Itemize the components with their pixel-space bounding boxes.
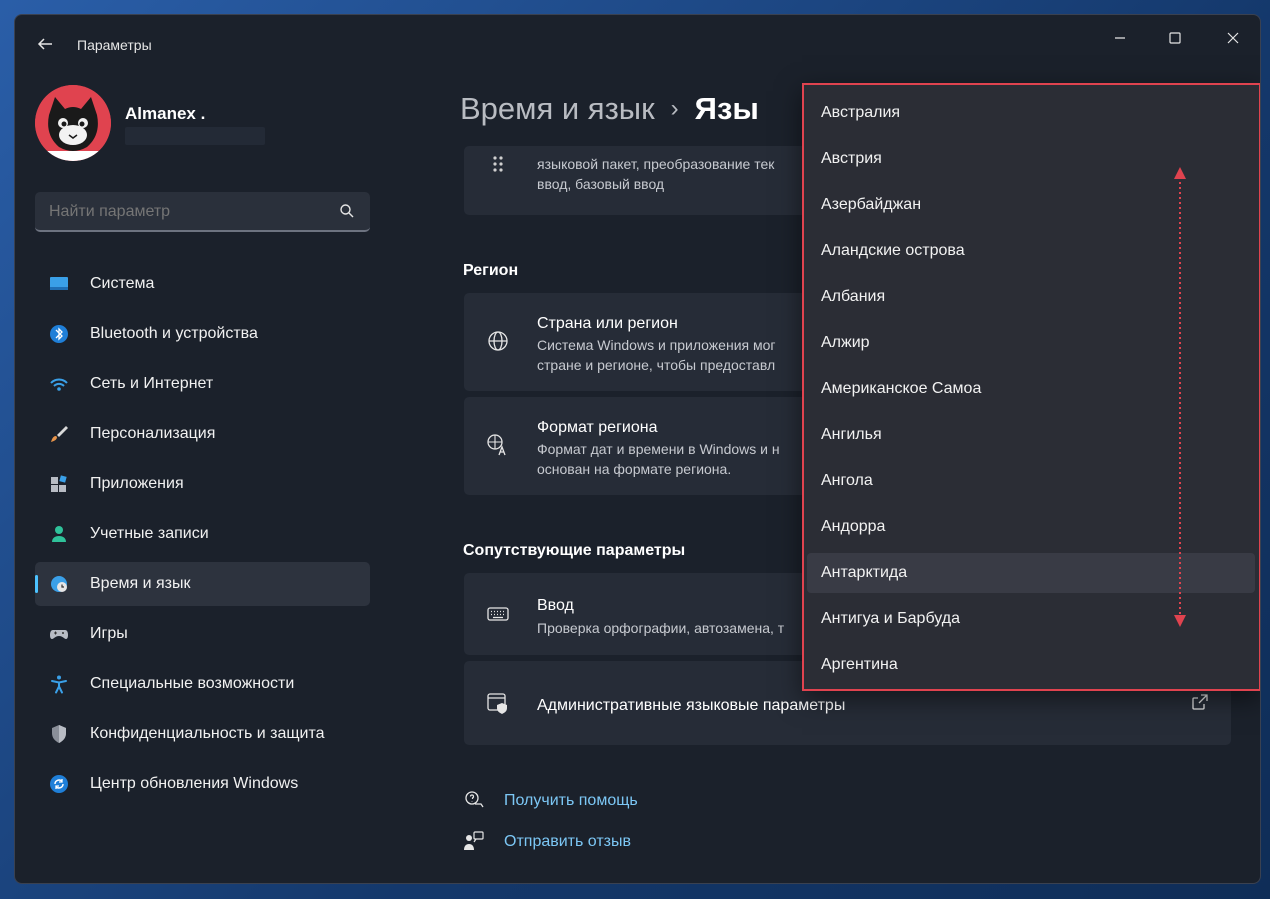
scroll-direction-arrow-icon (1174, 167, 1186, 627)
close-button[interactable] (1213, 25, 1253, 55)
section-title-region: Регион (463, 262, 519, 279)
sidebar-item-gaming[interactable]: Игры (35, 612, 370, 656)
dropdown-option[interactable]: Антигуа и Барбуда (807, 599, 1255, 639)
accessibility-icon (51, 675, 67, 694)
sidebar-item-apps[interactable]: Приложения (35, 462, 370, 506)
feedback-icon (464, 831, 484, 850)
dropdown-option[interactable]: Австралия (807, 93, 1255, 133)
sidebar-item-label: Конфиденциальность и защита (90, 725, 325, 742)
shield-icon (52, 725, 66, 743)
breadcrumb-parent[interactable]: Время и язык (460, 91, 655, 126)
sidebar-item-system[interactable]: Система (35, 262, 370, 306)
sidebar-item-label: Центр обновления Windows (90, 775, 299, 792)
maximize-icon (1169, 32, 1181, 44)
dropdown-option[interactable]: Андорра (807, 507, 1255, 547)
help-chat-icon (465, 791, 484, 808)
language-card-description: языковой пакет, преобразование тек ввод,… (537, 156, 775, 192)
maximize-button[interactable] (1155, 25, 1195, 55)
settings-window: Параметры Almanex . Си (14, 14, 1261, 884)
sidebar-item-network[interactable]: Сеть и Интернет (35, 362, 370, 406)
user-name: Almanex . (125, 104, 206, 123)
send-feedback-link[interactable]: Отправить отзыв (504, 833, 631, 851)
sidebar-item-label: Учетные записи (90, 525, 209, 542)
sidebar-item-label: Игры (90, 625, 128, 642)
selection-indicator (35, 575, 38, 593)
breadcrumb-separator: › (670, 95, 679, 122)
display-icon (50, 277, 68, 290)
sidebar-item-privacy[interactable]: Конфиденциальность и защита (35, 712, 370, 756)
section-title-related: Сопутствующие параметры (463, 542, 686, 559)
dropdown-option[interactable]: Алжир (807, 323, 1255, 363)
admin-language-title: Административные языковые параметры (537, 697, 846, 714)
sidebar-item-label: Приложения (90, 475, 184, 492)
arrow-left-icon (37, 38, 52, 50)
breadcrumb: Время и язык › Язы (460, 91, 759, 127)
dropdown-option-highlighted[interactable]: Антарктида (807, 553, 1255, 593)
app-title: Параметры (77, 37, 152, 53)
avatar[interactable] (35, 85, 111, 161)
dropdown-option[interactable]: Ангола (807, 461, 1255, 501)
sidebar-item-accessibility[interactable]: Специальные возможности (35, 662, 370, 706)
dropdown-option[interactable]: Аргентина (807, 645, 1255, 685)
region-format-title: Формат региона (537, 419, 658, 436)
country-dropdown-list[interactable]: Австралия Австрия Азербайджан Аландские … (802, 83, 1260, 691)
dropdown-option[interactable]: Албания (807, 277, 1255, 317)
bluetooth-icon (50, 325, 68, 343)
keyboard-icon (487, 607, 509, 621)
sidebar-item-label: Персонализация (90, 425, 216, 442)
brush-icon (51, 426, 68, 442)
title-bar: Параметры (15, 15, 1260, 75)
language-format-icon (487, 434, 506, 456)
dropdown-option[interactable]: Американское Самоа (807, 369, 1255, 409)
sidebar-item-label: Сеть и Интернет (90, 375, 214, 392)
country-region-description: Система Windows и приложения мог стране … (537, 337, 776, 373)
globe-icon (488, 331, 508, 351)
minimize-icon (1115, 37, 1125, 39)
cat-avatar-icon (35, 85, 111, 161)
get-help-link[interactable]: Получить помощь (504, 792, 638, 810)
user-email-redacted (125, 127, 265, 145)
wifi-icon (50, 378, 68, 391)
person-icon (52, 526, 66, 542)
gamepad-icon (50, 630, 68, 639)
update-icon (50, 775, 68, 793)
search-input[interactable] (49, 203, 329, 221)
apps-icon (51, 475, 67, 492)
sidebar-item-label: Время и язык (90, 575, 191, 592)
close-icon (1227, 32, 1239, 44)
sidebar-item-personalization[interactable]: Персонализация (35, 412, 370, 456)
sidebar-item-label: Система (90, 275, 155, 292)
input-title: Ввод (537, 597, 574, 614)
dropdown-option[interactable]: Ангилья (807, 415, 1255, 455)
region-format-description: Формат дат и времени в Windows и н основ… (537, 441, 780, 477)
admin-shield-window-icon (487, 693, 507, 714)
sidebar-item-accounts[interactable]: Учетные записи (35, 512, 370, 556)
sidebar-item-bluetooth[interactable]: Bluetooth и устройства (35, 312, 370, 356)
dropdown-option[interactable]: Австрия (807, 139, 1255, 179)
sidebar-item-time-language[interactable]: Время и язык (35, 562, 370, 606)
country-region-title: Страна или регион (537, 315, 678, 332)
open-external-icon[interactable] (1191, 693, 1209, 711)
drag-handle-icon[interactable] (486, 152, 510, 176)
sidebar-item-windows-update[interactable]: Центр обновления Windows (35, 762, 370, 806)
search-icon[interactable] (338, 202, 356, 220)
sidebar-item-label: Bluetooth и устройства (90, 325, 258, 342)
minimize-button[interactable] (1100, 25, 1140, 55)
globe-clock-icon (51, 576, 67, 592)
sidebar-item-label: Специальные возможности (90, 675, 295, 692)
dropdown-option[interactable]: Азербайджан (807, 185, 1255, 225)
input-description: Проверка орфографии, автозамена, т (537, 620, 785, 636)
page-title: Язы (694, 91, 759, 126)
dropdown-option[interactable]: Аландские острова (807, 231, 1255, 271)
search-box[interactable] (35, 192, 370, 232)
back-button[interactable] (33, 35, 57, 57)
